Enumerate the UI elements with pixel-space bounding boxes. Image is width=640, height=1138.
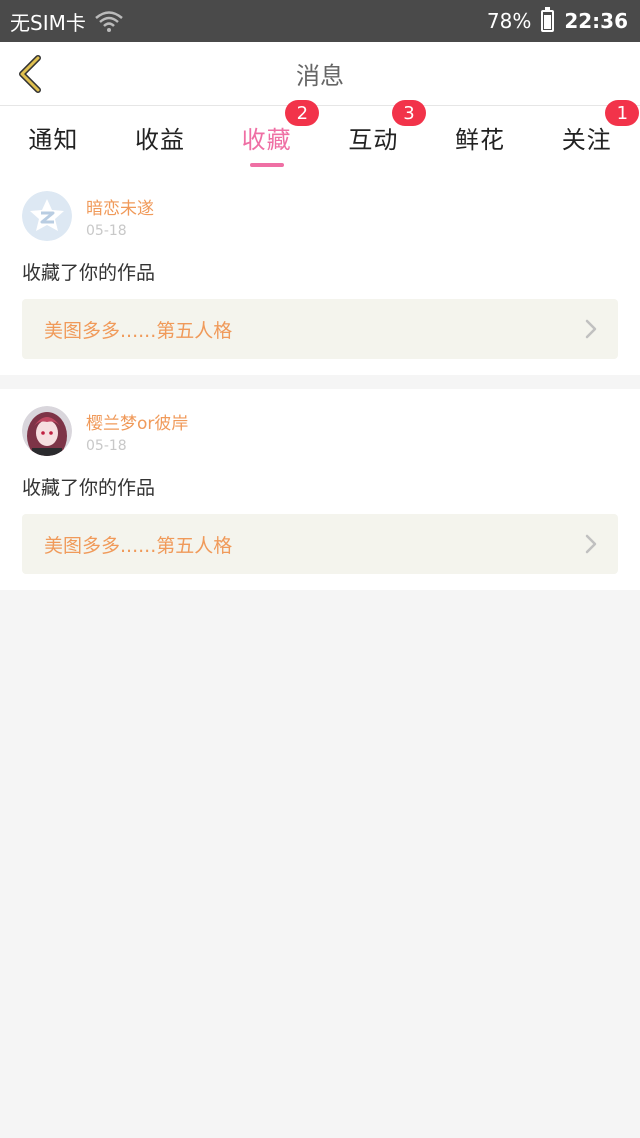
wifi-icon — [95, 11, 123, 32]
tab-flowers[interactable]: 鲜花 — [427, 106, 534, 174]
back-button[interactable] — [10, 52, 50, 96]
header: 消息 — [0, 42, 640, 106]
unread-badge: 3 — [392, 100, 427, 126]
tab-label: 互动 — [348, 126, 399, 154]
list-item: 暗恋未遂 05-18 收藏了你的作品 美图多多......第五人格 — [0, 174, 640, 375]
tab-earnings[interactable]: 收益 — [107, 106, 214, 174]
unread-badge: 2 — [285, 100, 320, 126]
tab-interactions[interactable]: 互动 3 — [320, 100, 427, 174]
tab-bar: 通知 收益 收藏 2 互动 3 鲜花 关注 1 — [0, 100, 640, 174]
tab-label: 通知 — [28, 126, 79, 154]
active-tab-indicator — [249, 163, 284, 167]
timestamp: 05-18 — [86, 437, 127, 454]
carrier-label: 无SIM卡 — [10, 10, 86, 35]
battery-percent: 78% — [486, 9, 532, 33]
tab-label: 鲜花 — [455, 126, 506, 154]
username[interactable]: 樱兰梦or彼岸 — [86, 409, 188, 434]
status-left: 无SIM卡 — [10, 7, 124, 36]
list-item: 樱兰梦or彼岸 05-18 收藏了你的作品 美图多多......第五人格 — [0, 389, 640, 590]
avatar[interactable] — [22, 191, 72, 241]
tab-follows[interactable]: 关注 1 — [533, 100, 640, 174]
user-row: 樱兰梦or彼岸 05-18 — [22, 405, 618, 457]
chevron-left-icon — [19, 55, 41, 93]
action-text: 收藏了你的作品 — [22, 262, 156, 284]
work-link[interactable]: 美图多多......第五人格 — [22, 514, 618, 574]
tab-favorites[interactable]: 收藏 2 — [213, 100, 320, 174]
tab-label: 关注 — [561, 126, 612, 154]
message-list: 暗恋未遂 05-18 收藏了你的作品 美图多多......第五人格 樱兰梦or彼… — [0, 174, 640, 604]
tab-notifications[interactable]: 通知 — [0, 106, 107, 174]
anime-avatar-icon — [22, 406, 72, 456]
tab-label: 收益 — [135, 126, 185, 154]
user-meta: 暗恋未遂 05-18 — [86, 194, 154, 239]
page-title: 消息 — [296, 62, 344, 90]
clock: 22:36 — [564, 9, 628, 33]
work-title: 美图多多......第五人格 — [44, 319, 233, 342]
unread-badge: 1 — [605, 100, 640, 126]
work-title: 美图多多......第五人格 — [44, 534, 233, 557]
username[interactable]: 暗恋未遂 — [86, 194, 154, 219]
user-row: 暗恋未遂 05-18 — [22, 190, 618, 242]
tab-label: 收藏 — [241, 126, 292, 154]
work-link[interactable]: 美图多多......第五人格 — [22, 299, 618, 359]
action-text: 收藏了你的作品 — [22, 477, 156, 499]
user-meta: 樱兰梦or彼岸 05-18 — [86, 409, 188, 454]
chevron-right-icon — [585, 534, 597, 554]
avatar[interactable] — [22, 406, 72, 456]
qzone-star-icon — [22, 191, 72, 241]
status-bar: 无SIM卡 78% 22:36 — [0, 0, 640, 42]
chevron-right-icon — [585, 319, 597, 339]
timestamp: 05-18 — [86, 222, 127, 239]
status-right: 78% 22:36 — [486, 7, 628, 33]
battery-icon — [541, 7, 555, 32]
